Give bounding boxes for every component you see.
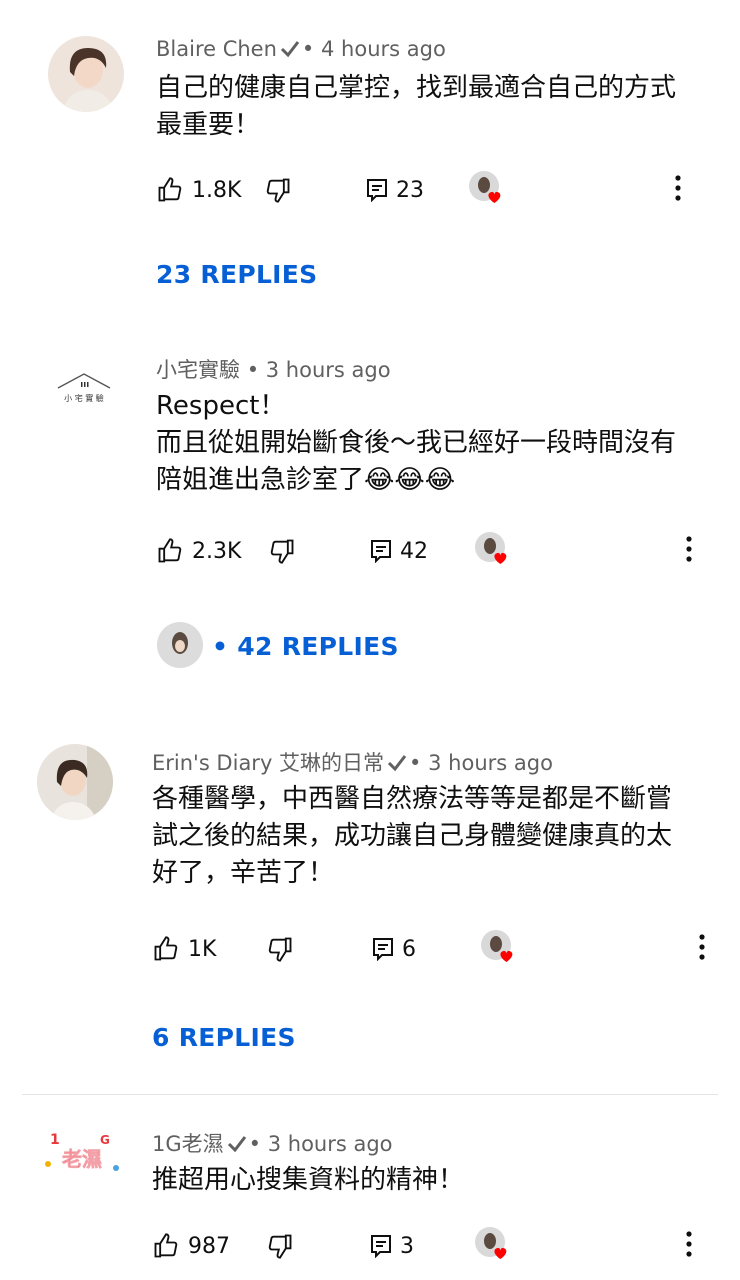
more-vert-icon (699, 934, 705, 964)
author-name[interactable]: Erin's Diary 艾琳的日常 (152, 751, 384, 775)
comment-actions: 2.3K 42 (156, 531, 716, 571)
reply-button[interactable]: 6 (372, 929, 416, 969)
reply-count: 3 (400, 1233, 414, 1259)
more-options-button[interactable] (677, 1226, 701, 1266)
svg-text:G: G (100, 1133, 110, 1147)
comment-text-line1: Respect！ (156, 391, 286, 421)
separator: • (301, 37, 315, 61)
like-button[interactable]: 987 (152, 1226, 230, 1266)
creator-heart-icon (480, 929, 520, 969)
author-name[interactable]: 1G老濕 (152, 1132, 224, 1156)
author-name[interactable]: 小宅實驗 (156, 358, 240, 382)
comment-text: 推超用心搜集資料的精神！ (152, 1165, 465, 1195)
reply-icon (366, 178, 388, 202)
comment-time[interactable]: 3 hours ago (268, 1132, 393, 1156)
comment-meta: 1G老濕 • 3 hours ago (152, 1128, 393, 1158)
comment-text-line2: 而且從姐開始斷食後～我已經好一段時間沒有陪姐進出急診室了😂😂😂 (156, 428, 677, 495)
like-icon (152, 1232, 180, 1260)
more-options-button[interactable] (677, 531, 701, 571)
creator-heart-icon (468, 170, 508, 210)
dislike-button[interactable] (268, 531, 296, 571)
more-vert-icon (686, 1231, 692, 1261)
creator-reply-avatar (156, 621, 204, 669)
view-replies-button[interactable]: 23 REPLIES (156, 260, 317, 289)
like-count: 987 (188, 1233, 230, 1259)
more-vert-icon (686, 536, 692, 566)
reply-button[interactable]: 42 (370, 531, 428, 571)
avatar-logo-text: 老濕 (62, 1147, 102, 1171)
separator: • (248, 1132, 262, 1156)
view-replies-button[interactable]: • 42 REPLIES (212, 632, 399, 661)
more-options-button[interactable] (690, 929, 714, 969)
reply-count: 23 (396, 177, 424, 203)
like-icon (156, 176, 184, 204)
dislike-button[interactable] (266, 929, 294, 969)
avatar-logo-text: 小 宅 實 驗 (64, 393, 104, 403)
reply-icon (372, 937, 394, 961)
like-button[interactable]: 1.8K (156, 170, 241, 210)
comment-text: 各種醫學，中西醫自然療法等等是都是不斷嘗試之後的結果，成功讓自己身體變健康真的太… (152, 784, 673, 888)
reply-icon (370, 1234, 392, 1258)
comment-meta: 小宅實驗 • 3 hours ago (156, 354, 391, 384)
like-icon (152, 935, 180, 963)
separator: • (246, 358, 260, 382)
comment-time[interactable]: 4 hours ago (321, 37, 446, 61)
like-button[interactable]: 1K (152, 929, 216, 969)
avatar-xiaozhai[interactable]: 小 宅 實 驗 (46, 350, 122, 426)
comment-time[interactable]: 3 hours ago (266, 358, 391, 382)
dislike-icon (268, 537, 296, 565)
replies-label: 42 REPLIES (237, 632, 399, 661)
dislike-icon (266, 935, 294, 963)
separator: • (409, 751, 422, 775)
like-button[interactable]: 2.3K (156, 531, 241, 571)
like-count: 1.8K (192, 177, 242, 203)
dislike-button[interactable] (266, 1226, 294, 1266)
like-icon (156, 537, 184, 565)
comment-time[interactable]: 3 hours ago (428, 751, 553, 775)
separator: • (212, 632, 229, 661)
reply-button[interactable]: 3 (370, 1226, 414, 1266)
dislike-icon (266, 1232, 294, 1260)
comment-actions: 987 3 (152, 1226, 712, 1266)
author-name[interactable]: Blaire Chen (156, 37, 277, 61)
avatar-erins-diary[interactable] (37, 744, 113, 820)
divider (22, 1094, 718, 1095)
comment-text: 自己的健康自己掌控，找到最適合自己的方式最重要！ (156, 73, 677, 140)
avatar-blaire-chen[interactable] (48, 36, 124, 112)
dislike-icon (264, 176, 292, 204)
reply-button[interactable]: 23 (366, 170, 424, 210)
reply-count: 6 (402, 936, 416, 962)
comment-actions: 1K 6 (152, 929, 712, 969)
verified-check-icon (387, 753, 407, 777)
like-count: 2.3K (192, 538, 242, 564)
more-options-button[interactable] (666, 170, 690, 210)
view-replies-button[interactable]: 6 REPLIES (152, 1023, 296, 1052)
reply-count: 42 (400, 538, 428, 564)
comment-meta: Blaire Chen • 4 hours ago (156, 37, 446, 63)
creator-heart-icon (474, 531, 514, 571)
comment-meta: Erin's Diary 艾琳的日常 • 3 hours ago (152, 747, 553, 777)
avatar-1g-laoshi[interactable]: 1 G 老濕 (42, 1128, 122, 1204)
reply-icon (370, 539, 392, 563)
creator-heart-icon (474, 1226, 514, 1266)
verified-check-icon (227, 1134, 247, 1158)
dislike-button[interactable] (264, 170, 292, 210)
comment-actions: 1.8K 23 (156, 170, 716, 210)
verified-check-icon (280, 39, 300, 63)
svg-text:1: 1 (50, 1132, 60, 1148)
more-vert-icon (675, 175, 681, 205)
like-count: 1K (188, 936, 217, 962)
